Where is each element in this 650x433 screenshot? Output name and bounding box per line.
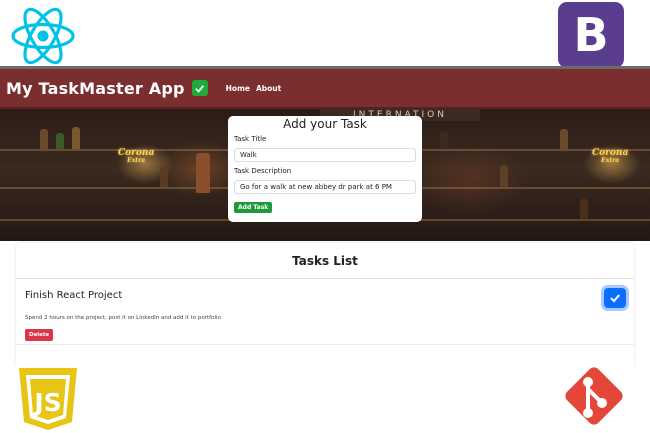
git-logo-icon: [565, 367, 623, 425]
neon-sign-left: Corona Extra: [118, 149, 154, 164]
javascript-logo-letters: JS: [32, 388, 61, 417]
add-task-form: Add your Task Task Title Walk Task Descr…: [228, 116, 422, 222]
navbar-brand[interactable]: My TaskMaster App: [6, 79, 185, 98]
list-item: Finish React Project Spend 2 hours on th…: [16, 279, 634, 345]
nav-link-about[interactable]: About: [256, 84, 281, 93]
task-item-description: Spend 2 hours on the project, post it on…: [25, 315, 221, 321]
task-complete-checkbox[interactable]: [604, 288, 626, 308]
nav-link-home[interactable]: Home: [226, 84, 250, 93]
checkmark-icon: [610, 294, 620, 303]
app-window: My TaskMaster App Home About INTERNATION…: [0, 66, 650, 366]
tasks-list-card: Tasks List Finish React Project Spend 2 …: [16, 243, 634, 366]
check-icon: [191, 80, 208, 96]
tasks-list-heading: Tasks List: [16, 243, 634, 279]
bootstrap-logo-letter: B: [573, 8, 609, 62]
collage-frame: B My TaskMaster App Home About INTERNATI…: [0, 0, 650, 433]
task-item-title: Finish React Project: [25, 290, 123, 301]
add-task-button[interactable]: Add Task: [234, 202, 273, 213]
task-title-label: Task Title: [234, 135, 267, 143]
neon-sign-right: Corona Extra: [592, 149, 628, 164]
task-description-input[interactable]: Go for a walk at new abbey dr park at 6 …: [234, 180, 416, 194]
delete-task-button[interactable]: Delete: [25, 329, 54, 341]
task-title-input[interactable]: Walk: [234, 148, 416, 162]
neon-sign-right-sub: Extra: [601, 157, 620, 164]
navbar: My TaskMaster App Home About: [0, 69, 650, 109]
hero-background: INTERNATION Corona Extra Corona Extra Add …: [0, 109, 650, 241]
bootstrap-logo-icon: B: [558, 2, 624, 68]
form-title: Add your Task: [283, 117, 367, 131]
react-logo-icon: [11, 7, 75, 65]
task-description-label: Task Description: [234, 167, 292, 175]
javascript-logo-icon: JS: [19, 368, 77, 430]
neon-sign-left-sub: Extra: [127, 157, 146, 164]
